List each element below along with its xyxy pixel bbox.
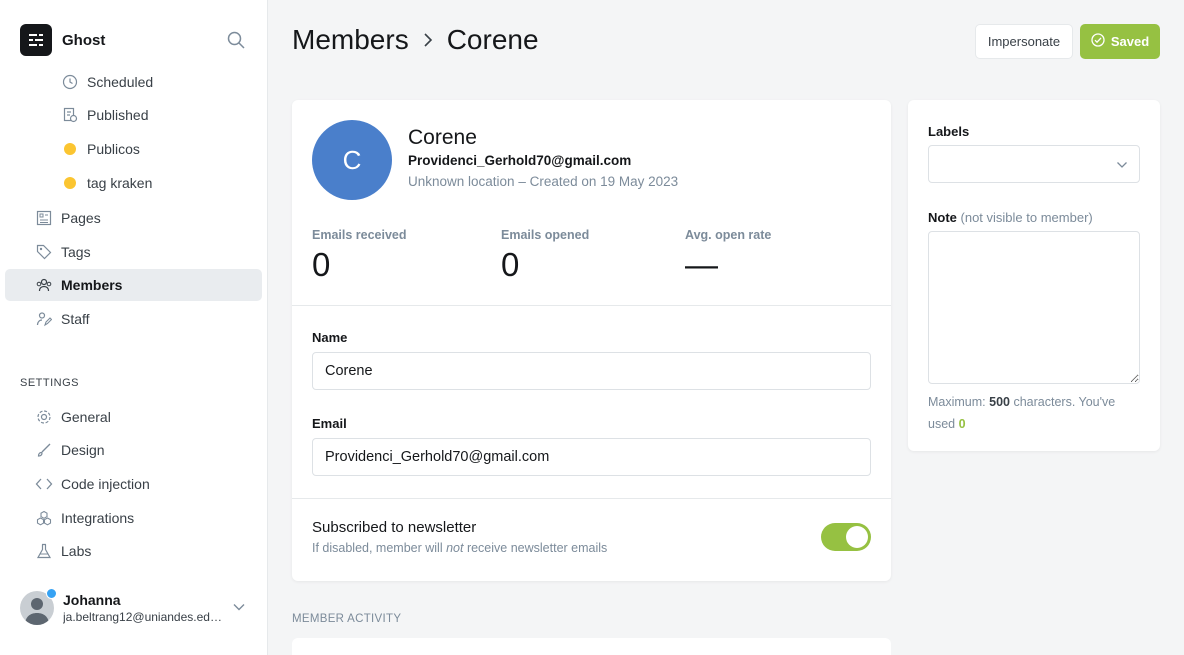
- sidebar-item-label: tag kraken: [87, 175, 153, 191]
- sidebar-item-label: Design: [61, 442, 105, 458]
- newsletter-toggle[interactable]: [821, 523, 871, 551]
- settings-header: SETTINGS: [20, 377, 80, 389]
- sidebar-item-label: Code injection: [61, 476, 150, 492]
- breadcrumb-members[interactable]: Members: [292, 24, 409, 56]
- user-name: Johanna: [63, 592, 121, 608]
- sidebar-item-published[interactable]: Published: [5, 99, 262, 131]
- saved-button[interactable]: Saved: [1080, 24, 1160, 59]
- labels-select[interactable]: [928, 145, 1140, 183]
- note-char-count: Maximum: 500 characters. You've used 0: [928, 395, 1116, 431]
- sidebar-item-label: General: [61, 409, 111, 425]
- brush-icon: [35, 441, 53, 459]
- chevron-down-icon: [232, 600, 246, 619]
- sidebar-item-design[interactable]: Design: [5, 434, 262, 466]
- divider: [292, 498, 891, 499]
- name-label: Name: [312, 330, 348, 345]
- email-label: Email: [312, 416, 347, 431]
- divider: [292, 305, 891, 306]
- stat-emails-opened: Emails opened 0: [501, 228, 589, 284]
- tag-dot-icon: [61, 140, 79, 158]
- sidebar-item-label: Members: [61, 277, 123, 293]
- chevron-right-icon: [421, 31, 435, 49]
- sidebar-item-pages[interactable]: Pages: [5, 202, 262, 234]
- stat-value: 0: [312, 246, 331, 283]
- sidebar-item-label: Scheduled: [87, 74, 154, 90]
- ghost-logo-icon: [20, 24, 52, 56]
- sidebar-item-label: Labs: [61, 543, 92, 559]
- search-icon[interactable]: [226, 30, 248, 52]
- sidebar-item-integrations[interactable]: Integrations: [5, 502, 262, 534]
- stat-value: —: [685, 246, 718, 283]
- sidebar-item-labs[interactable]: Labs: [5, 535, 262, 567]
- email-input[interactable]: [312, 438, 871, 476]
- member-email: Providenci_Gerhold70@gmail.com: [408, 153, 632, 168]
- sidebar: Ghost Scheduled Published Publicos tag k…: [0, 0, 268, 655]
- sidebar-item-code-injection[interactable]: Code injection: [5, 468, 262, 500]
- sidebar-item-label: Publicos: [87, 141, 140, 157]
- note-label: Note (not visible to member): [928, 210, 1093, 225]
- members-icon: [35, 276, 53, 294]
- sidebar-item-tag-kraken[interactable]: tag kraken: [5, 167, 262, 199]
- stat-label: Emails received: [312, 228, 407, 242]
- tag-icon: [35, 243, 53, 261]
- check-circle-icon: [1091, 33, 1105, 50]
- brand-name: Ghost: [62, 31, 106, 49]
- member-activity-header: MEMBER ACTIVITY: [292, 613, 402, 625]
- pages-icon: [35, 209, 53, 227]
- member-meta: Unknown location – Created on 19 May 202…: [408, 174, 679, 189]
- sidebar-item-staff[interactable]: Staff: [5, 303, 262, 335]
- stat-emails-received: Emails received 0: [312, 228, 407, 284]
- labels-note-card: Labels Note (not visible to member) Maxi…: [908, 100, 1160, 451]
- page-title: Corene: [446, 24, 539, 55]
- newsletter-description: If disabled, member will not receive new…: [312, 541, 608, 555]
- stat-open-rate: Avg. open rate —: [685, 228, 771, 284]
- sidebar-item-label: Staff: [61, 311, 90, 327]
- member-avatar: C: [312, 120, 392, 200]
- impersonate-button[interactable]: Impersonate: [975, 24, 1073, 59]
- saved-label: Saved: [1110, 34, 1150, 49]
- sidebar-item-label: Tags: [61, 244, 91, 260]
- name-input[interactable]: [312, 352, 871, 390]
- sidebar-item-scheduled[interactable]: Scheduled: [5, 66, 262, 98]
- status-dot: [46, 588, 57, 599]
- stat-label: Emails opened: [501, 228, 590, 242]
- sidebar-item-tags[interactable]: Tags: [5, 236, 262, 268]
- brand[interactable]: Ghost: [20, 24, 105, 56]
- chevron-down-icon: [1115, 158, 1129, 177]
- member-card: C Corene Providenci_Gerhold70@gmail.com …: [292, 100, 891, 581]
- sidebar-item-publicos[interactable]: Publicos: [5, 133, 262, 165]
- tag-dot-icon: [61, 174, 79, 192]
- sidebar-item-members[interactable]: Members: [5, 269, 262, 301]
- clock-icon: [61, 73, 79, 91]
- note-textarea[interactable]: [928, 231, 1140, 384]
- integrations-icon: [35, 509, 53, 527]
- sidebar-item-general[interactable]: General: [5, 401, 262, 433]
- labels-label: Labels: [928, 124, 970, 139]
- user-email: ja.beltrang12@uniandes.edu.co: [63, 610, 228, 624]
- member-name: Corene: [408, 126, 477, 149]
- flask-icon: [35, 542, 53, 560]
- published-icon: [61, 106, 79, 124]
- sidebar-item-label: Published: [87, 107, 149, 123]
- toggle-knob: [846, 526, 868, 548]
- stat-value: 0: [501, 246, 520, 283]
- user-menu[interactable]: Johanna ja.beltrang12@uniandes.edu.co: [20, 588, 260, 628]
- member-activity-card: [292, 638, 891, 655]
- code-icon: [35, 475, 53, 493]
- gear-icon: [35, 408, 53, 426]
- staff-icon: [35, 310, 53, 328]
- newsletter-title: Subscribed to newsletter: [312, 519, 477, 536]
- sidebar-item-label: Integrations: [61, 510, 135, 526]
- stat-label: Avg. open rate: [685, 228, 772, 242]
- breadcrumb: Members Corene: [292, 24, 539, 56]
- sidebar-item-label: Pages: [61, 210, 101, 226]
